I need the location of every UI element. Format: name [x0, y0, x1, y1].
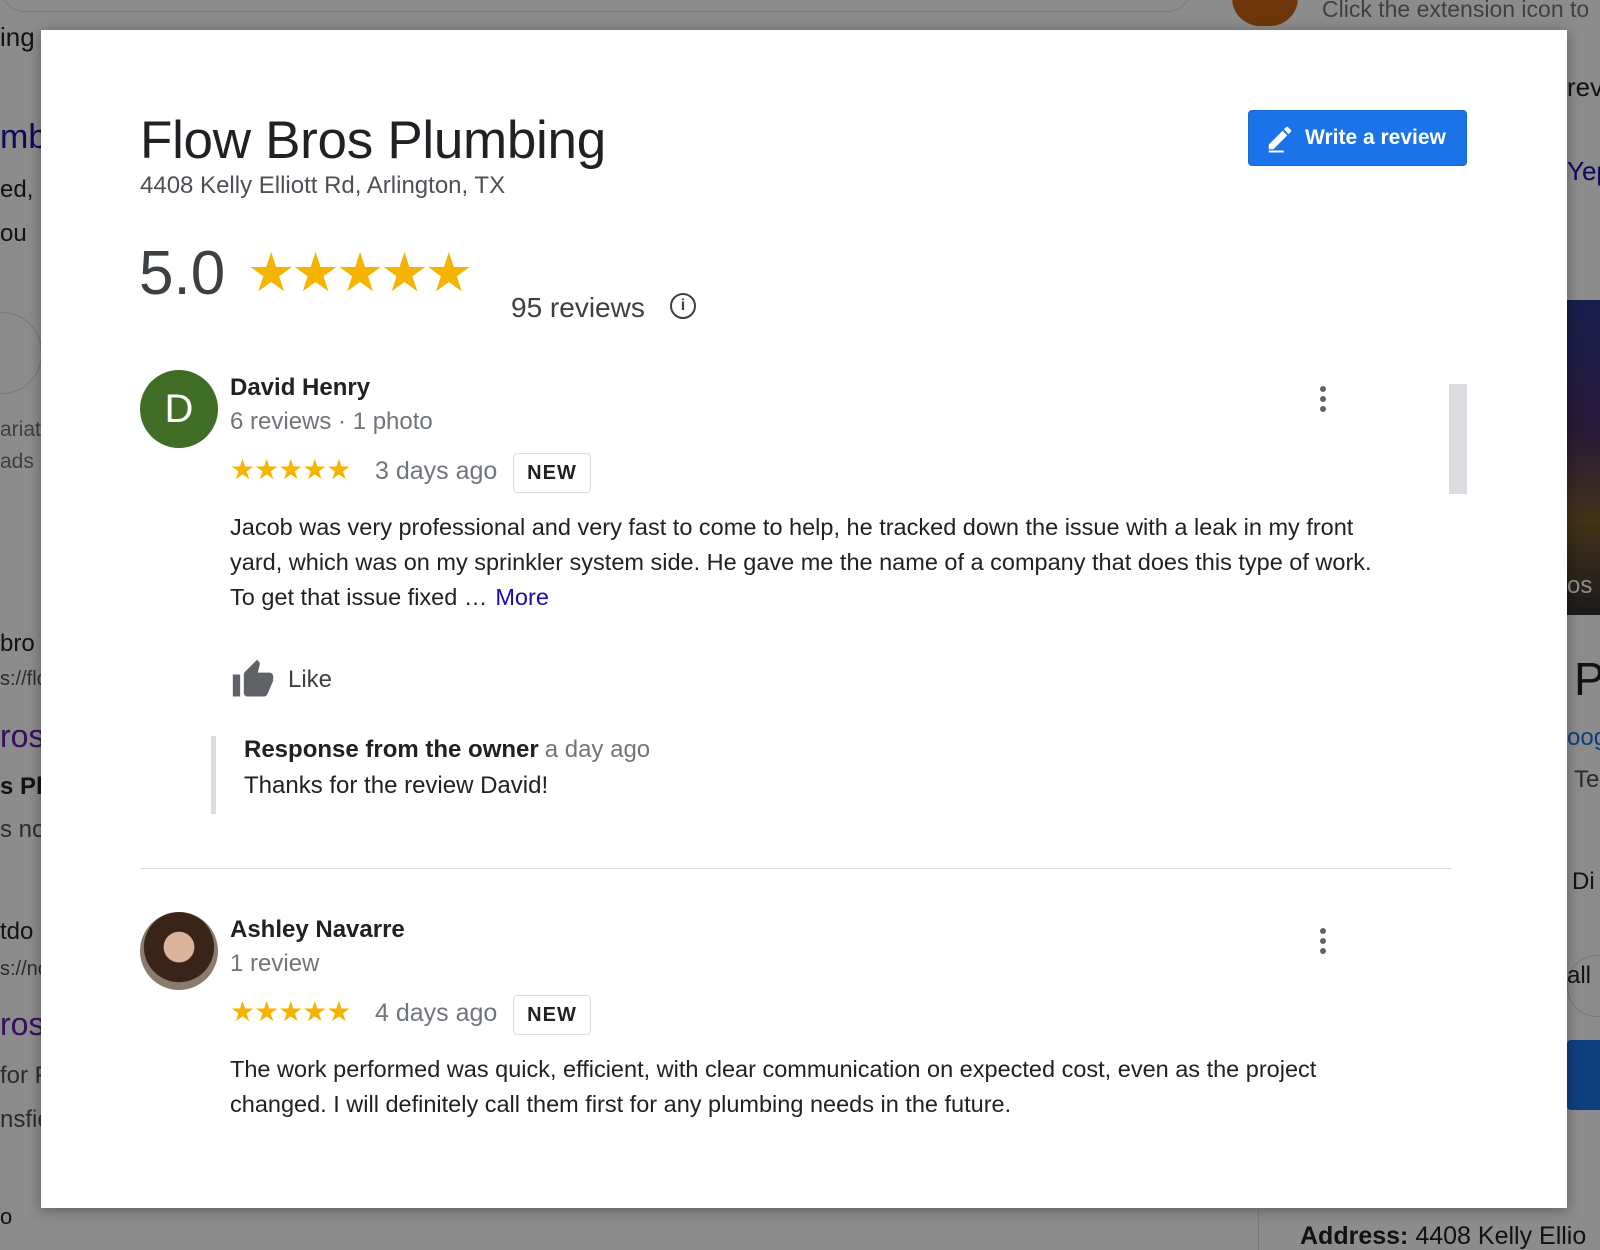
owner-response-time: a day ago: [544, 736, 651, 763]
new-badge: NEW: [513, 995, 591, 1035]
like-button[interactable]: Like: [230, 658, 332, 702]
reviews-dialog: Flow Bros Plumbing 4408 Kelly Elliott Rd…: [41, 30, 1567, 1208]
more-link[interactable]: More: [495, 584, 549, 610]
review-text: Jacob was very professional and very fas…: [230, 514, 1372, 610]
new-badge: NEW: [513, 453, 591, 493]
owner-response: Response from the owner a day ago Thanks …: [211, 736, 816, 814]
pencil-icon: [1268, 126, 1292, 153]
thumbs-up-icon: [232, 659, 274, 697]
reviewer-name[interactable]: Ashley Navarre: [230, 916, 405, 944]
review-divider: [140, 868, 1452, 869]
average-rating: 5.0: [139, 239, 226, 308]
write-review-button[interactable]: Write a review: [1248, 110, 1467, 166]
write-review-label: Write a review: [1305, 126, 1446, 149]
reviewer-meta: 6 reviews · 1 photo: [230, 408, 433, 435]
business-address: 4408 Kelly Elliott Rd, Arlington, TX: [140, 172, 506, 199]
owner-response-title: Response from the owner a day ago: [244, 736, 651, 763]
review-time: 3 days ago: [375, 457, 498, 485]
avatar[interactable]: D: [140, 370, 218, 448]
owner-response-text: Thanks for the review David!: [244, 772, 549, 799]
review-stars: ★★★★★: [230, 454, 352, 485]
review-stars: ★★★★★: [230, 996, 352, 1027]
average-rating-stars: ★★★★★: [247, 243, 473, 303]
review-time: 4 days ago: [375, 999, 498, 1027]
scrollbar-thumb[interactable]: [1449, 384, 1467, 494]
more-vert-icon[interactable]: [1313, 383, 1333, 419]
like-label: Like: [288, 666, 333, 693]
review-text: The work performed was quick, efficient,…: [230, 1056, 1317, 1117]
info-icon[interactable]: i: [670, 293, 696, 319]
more-vert-icon[interactable]: [1313, 925, 1333, 961]
reviewer-meta: 1 review: [230, 950, 320, 977]
reviews-count: 95 reviews: [511, 292, 645, 323]
avatar[interactable]: [140, 912, 218, 990]
business-name: Flow Bros Plumbing: [140, 111, 606, 170]
reviewer-name[interactable]: David Henry: [230, 374, 370, 402]
